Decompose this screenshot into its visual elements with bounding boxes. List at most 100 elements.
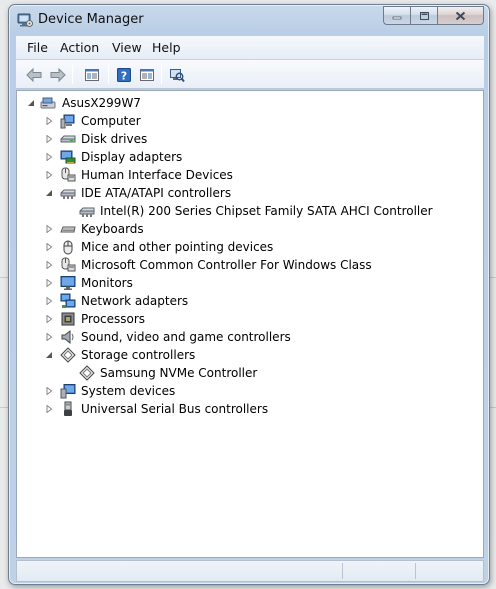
tree-node-label: Keyboards [81,222,144,236]
forward-arrow-icon [50,67,66,83]
tree-node-label: Disk drives [81,132,148,146]
tree-node-processors[interactable]: Processors [17,310,483,328]
tree-node-display-adapters[interactable]: Display adapters [17,148,483,166]
tree-root-label: AsusX299W7 [62,96,141,110]
device-manager-window: Device Manager File Action View Help ? A… [8,4,490,585]
tree-child-samsung-nvme[interactable]: Samsung NVMe Controller [17,364,483,382]
expand-arrow-icon[interactable] [45,333,53,341]
tree-node-label: IDE ATA/ATAPI controllers [81,186,232,200]
tree-node-storage-controllers[interactable]: Storage controllers [17,346,483,364]
title-bar[interactable]: Device Manager [9,5,489,35]
tree-node-computer[interactable]: Computer [17,112,483,130]
tree-node-disk-drives[interactable]: Disk drives [17,130,483,148]
collapse-arrow-icon[interactable] [27,99,35,107]
expand-arrow-icon[interactable] [45,387,53,395]
svg-text:?: ? [121,70,127,83]
tree-node-system-devices[interactable]: System devices [17,382,483,400]
tree-node-sound-video-game[interactable]: Sound, video and game controllers [17,328,483,346]
help-icon: ? [117,68,131,83]
expand-arrow-icon[interactable] [45,225,53,233]
console-tree-button[interactable] [137,65,157,85]
status-pane-divider [342,563,343,579]
tree-node-usb-controllers[interactable]: Universal Serial Bus controllers [17,400,483,418]
back-button[interactable] [24,65,44,85]
tree-root[interactable]: AsusX299W7 [17,94,483,112]
tree-node-label: System devices [81,384,176,398]
status-bar [16,560,484,582]
close-icon [455,11,466,20]
expand-arrow-icon[interactable] [45,243,53,251]
network-adapter-icon [60,293,76,308]
keyboard-icon [60,226,76,233]
properties-button[interactable] [82,65,102,85]
tree-node-microsoft-common-controller[interactable]: Microsoft Common Controller For Windows … [17,256,483,274]
tree-node-label: Processors [81,312,146,326]
tree-node-keyboards[interactable]: Keyboards [17,220,483,238]
tree-node-label: Network adapters [81,294,189,308]
collapse-arrow-icon[interactable] [45,189,53,197]
tree-node-label: Monitors [81,276,133,290]
status-pane-divider [415,563,416,579]
tree-child-sata-ahci-controller[interactable]: Intel(R) 200 Series Chipset Family SATA … [17,202,483,220]
expand-arrow-icon[interactable] [45,153,53,161]
minimize-icon [392,16,402,19]
hid-icon [61,167,76,182]
monitor-icon [60,276,76,290]
scan-hardware-button[interactable] [167,65,187,85]
tree-node-monitors[interactable]: Monitors [17,274,483,292]
menu-action[interactable]: Action [60,40,99,55]
expand-arrow-icon[interactable] [45,297,53,305]
menu-file[interactable]: File [27,40,48,55]
expand-arrow-icon[interactable] [45,315,53,323]
tree-node-label: Display adapters [81,150,183,164]
storage-device-icon [79,365,95,381]
tree-node-human-interface-devices[interactable]: Human Interface Devices [17,166,483,184]
device-manager-icon[interactable] [17,12,33,31]
back-arrow-icon [26,67,42,83]
maximize-icon [419,11,429,20]
ide-controller-icon [60,189,76,199]
usb-icon [64,401,72,416]
tree-node-label: Universal Serial Bus controllers [81,402,269,416]
device-tree[interactable]: AsusX299W7 Computer Disk drives Display … [16,90,484,558]
tree-node-label: Computer [81,114,141,128]
collapse-arrow-icon[interactable] [45,351,53,359]
expand-arrow-icon[interactable] [45,117,53,125]
storage-controller-icon [60,347,76,363]
expand-arrow-icon[interactable] [45,171,53,179]
minimize-button[interactable] [383,6,410,25]
help-button[interactable]: ? [114,65,134,85]
mouse-icon [63,240,73,255]
disk-drive-icon [60,135,76,143]
menu-help[interactable]: Help [152,40,181,55]
expand-arrow-icon[interactable] [45,279,53,287]
window-title: Device Manager [38,12,144,27]
common-controller-icon [61,257,76,272]
expand-arrow-icon[interactable] [45,405,53,413]
forward-button[interactable] [48,65,68,85]
tree-node-mice[interactable]: Mice and other pointing devices [17,238,483,256]
expand-arrow-icon[interactable] [45,135,53,143]
tree-node-label: Sound, video and game controllers [81,330,291,344]
computer-root-icon [40,97,56,109]
sound-icon [61,329,74,345]
maximize-button[interactable] [410,6,437,25]
tree-node-network-adapters[interactable]: Network adapters [17,292,483,310]
tree-node-ide-ata-atapi-controllers[interactable]: IDE ATA/ATAPI controllers [17,184,483,202]
sata-controller-icon [79,207,95,217]
expand-arrow-icon[interactable] [45,261,53,269]
tree-node-label: Human Interface Devices [81,168,233,182]
tree-node-label: Mice and other pointing devices [81,240,274,254]
tree-child-label: Intel(R) 200 Series Chipset Family SATA … [100,204,433,218]
toolbar: ? [16,60,484,89]
tree-child-label: Samsung NVMe Controller [100,366,258,380]
console-tree-icon [140,69,154,81]
menu-view[interactable]: View [112,40,142,55]
menu-bar: File Action View Help [16,36,484,60]
tree-node-label: Storage controllers [81,348,196,362]
scan-hardware-icon [170,69,185,83]
processor-icon [61,312,75,326]
system-devices-icon [60,384,76,399]
close-button[interactable] [437,6,484,25]
display-adapter-icon [60,150,76,164]
